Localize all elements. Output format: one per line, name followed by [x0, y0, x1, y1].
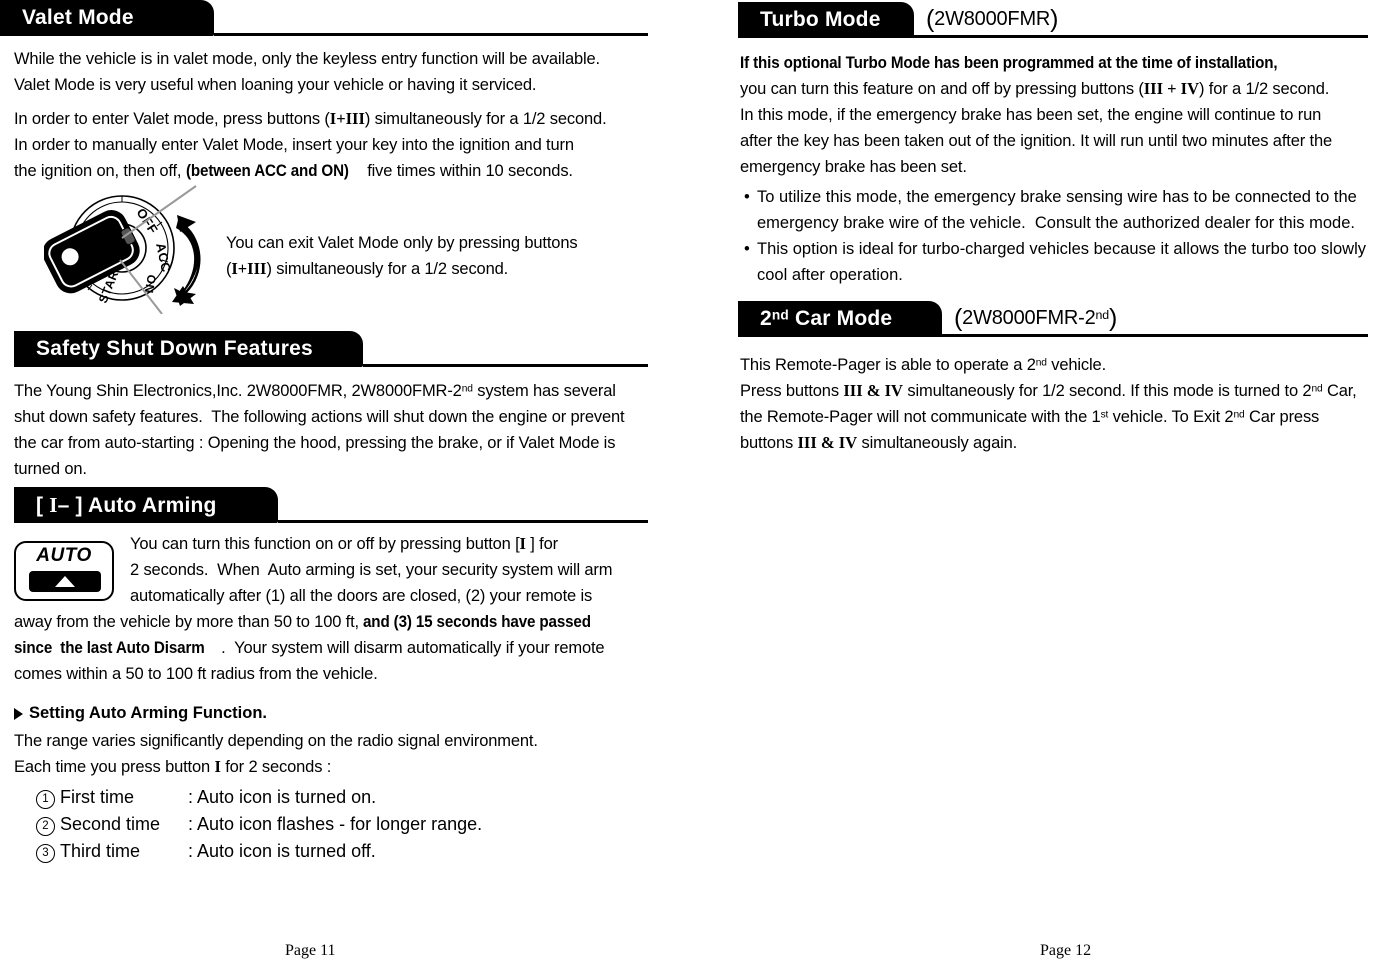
- triangle-right-icon: [14, 707, 23, 720]
- sc-a: This Remote-Pager is able to operate a 2: [740, 356, 1036, 374]
- step-result: : Auto icon is turned on.: [188, 787, 377, 807]
- second-car-mode-title: 2nd Car Mode: [760, 307, 893, 330]
- second-car-paragraph: This Remote-Pager is able to operate a 2…: [740, 352, 1394, 456]
- auto-arming-title: [ I– ] Auto Arming: [36, 492, 217, 517]
- bullet-icon: •: [744, 240, 750, 258]
- valet-p2-a: In order to enter Valet mode, press butt…: [14, 110, 330, 128]
- auto-arming-paragraph-indented: You can turn this function on or off by …: [130, 531, 655, 609]
- step-label: Second time: [60, 814, 161, 834]
- section-header-second-car-mode: 2nd Car Mode (2W8000FMR-2nd): [738, 301, 1368, 337]
- setting-line2-b: for 2 seconds :: [220, 758, 332, 776]
- setting-auto-arming-line-1: The range varies significantly depending…: [14, 732, 538, 750]
- turbo-para-buttons: III + IV: [1143, 79, 1200, 98]
- ignition-key-diagram: OFF ACC ON START: [42, 182, 234, 315]
- safety-para-a: The Young Shin Electronics,Inc. 2W8000FM…: [14, 382, 462, 400]
- triangle-up-icon: [55, 576, 75, 587]
- setting-line2-a: Each time you press button: [14, 758, 215, 776]
- list-item: • This option is ideal for turbo-charged…: [744, 236, 1389, 288]
- setting-auto-arming-line-2: Each time you press button I for 2 secon…: [14, 754, 664, 780]
- step-result: : Auto icon is turned off.: [188, 841, 376, 861]
- step-label: Third time: [60, 841, 141, 861]
- auto-para-bold-2: since the last Auto Disarm: [14, 639, 205, 657]
- valet-paragraph-1: While the vehicle is in valet mode, only…: [14, 50, 600, 94]
- valet-p2-bold: (between ACC and ON): [185, 162, 349, 180]
- auto-icon-bar: [29, 571, 101, 592]
- sc-sup-4: nd: [1233, 409, 1245, 421]
- section-rule: [363, 364, 648, 367]
- turbo-lead-bold: If this optional Turbo Mode has been pro…: [740, 54, 1278, 72]
- turbo-mode-tab: Turbo Mode: [738, 2, 914, 38]
- circled-number: 3: [36, 844, 55, 863]
- safety-shutdown-title: Safety Shut Down Features: [36, 337, 313, 360]
- auto-icon: AUTO: [14, 541, 114, 601]
- auto-para-c: away from the vehicle by more than 50 to…: [14, 613, 364, 631]
- turbo-paragraph-lead: If this optional Turbo Mode has been pro…: [740, 50, 1376, 76]
- auto-arming-steps: 1 First time : Auto icon is turned on. 2…: [36, 784, 482, 865]
- sc-c: simultaneously for 1/2 second. If this m…: [902, 382, 1312, 400]
- bullet-text: To utilize this mode, the emergency brak…: [757, 188, 1357, 232]
- circled-number: 2: [36, 817, 55, 836]
- auto-arming-paragraph-rest: away from the vehicle by more than 50 to…: [14, 609, 664, 687]
- sc-e: vehicle. To Exit 2: [1108, 408, 1234, 426]
- section-header-auto-arming: [ I– ] Auto Arming: [14, 487, 648, 523]
- turbo-paragraph-main: you can turn this feature on and off by …: [740, 76, 1385, 180]
- valet-p2-c: five times within 10 seconds.: [362, 162, 573, 180]
- valet-exit-note: You can exit Valet Mode only by pressing…: [226, 230, 646, 282]
- valet-note-buttons: I+III: [231, 259, 267, 278]
- auto-arming-roman: I: [49, 492, 58, 517]
- step-result: : Auto icon flashes - for longer range.: [188, 814, 483, 834]
- page-left: Valet Mode While the vehicle is in valet…: [0, 0, 700, 974]
- second-car-mode-tab: 2nd Car Mode: [738, 301, 942, 337]
- auto-para-a: You can turn this function on or off by …: [130, 535, 520, 553]
- list-item: 2 Second time : Auto icon flashes - for …: [36, 811, 482, 838]
- section-header-valet-mode: Valet Mode: [0, 0, 648, 36]
- setting-auto-arming-label: Setting Auto Arming Function.: [29, 704, 267, 722]
- turbo-para-a: you can turn this feature on and off by …: [740, 80, 1144, 98]
- valet-mode-title: Valet Mode: [22, 6, 134, 29]
- list-item: 3 Third time : Auto icon is turned off.: [36, 838, 482, 865]
- sc-sup-1: nd: [1035, 357, 1047, 369]
- auto-arming-tab: [ I– ] Auto Arming: [14, 487, 278, 523]
- page-number-left: Page 11: [285, 942, 336, 959]
- second-car-mode-model: (2W8000FMR-2nd): [954, 304, 1118, 332]
- auto-icon-label: AUTO: [36, 545, 92, 566]
- safety-shutdown-tab: Safety Shut Down Features: [14, 331, 363, 367]
- safety-paragraph: The Young Shin Electronics,Inc. 2W8000FM…: [14, 378, 664, 482]
- section-rule: [278, 520, 648, 523]
- valet-p2-buttons: I+III: [329, 109, 365, 128]
- bullet-icon: •: [744, 188, 750, 206]
- circled-number: 1: [36, 790, 55, 809]
- section-rule: [214, 33, 648, 36]
- page-number-right: Page 12: [1040, 942, 1092, 959]
- valet-mode-tab: Valet Mode: [0, 0, 214, 36]
- turbo-mode-model: (2W8000FMR): [926, 5, 1059, 33]
- turbo-bullet-list: • To utilize this mode, the emergency br…: [744, 184, 1389, 288]
- sc-g: simultaneously again.: [857, 434, 1018, 452]
- list-item: 1 First time : Auto icon is turned on.: [36, 784, 482, 811]
- list-item: • To utilize this mode, the emergency br…: [744, 184, 1389, 236]
- ignition-label-acc: ACC: [153, 242, 174, 274]
- auto-para-bold-1: and (3) 15 seconds have passed: [363, 613, 592, 631]
- turbo-mode-title: Turbo Mode: [760, 8, 881, 31]
- section-header-turbo-mode: Turbo Mode (2W8000FMR): [738, 2, 1368, 38]
- bullet-text: This option is ideal for turbo-charged v…: [757, 240, 1366, 284]
- safety-para-sup: nd: [461, 383, 473, 395]
- sc-buttons-1: III & IV: [843, 381, 903, 400]
- valet-paragraph-2: In order to enter Valet mode, press butt…: [14, 106, 664, 184]
- section-header-safety: Safety Shut Down Features: [14, 331, 648, 367]
- sc-buttons-2: III & IV: [797, 433, 858, 452]
- ignition-key-svg: OFF ACC ON START: [42, 185, 201, 315]
- setting-auto-arming-heading: Setting Auto Arming Function.: [14, 704, 267, 723]
- step-label: First time: [60, 787, 134, 807]
- page-right: Turbo Mode (2W8000FMR) If this optional …: [700, 0, 1394, 974]
- valet-note-b: ) simultaneously for a 1/2 second.: [266, 260, 509, 278]
- sc-sup-2: nd: [1311, 383, 1323, 395]
